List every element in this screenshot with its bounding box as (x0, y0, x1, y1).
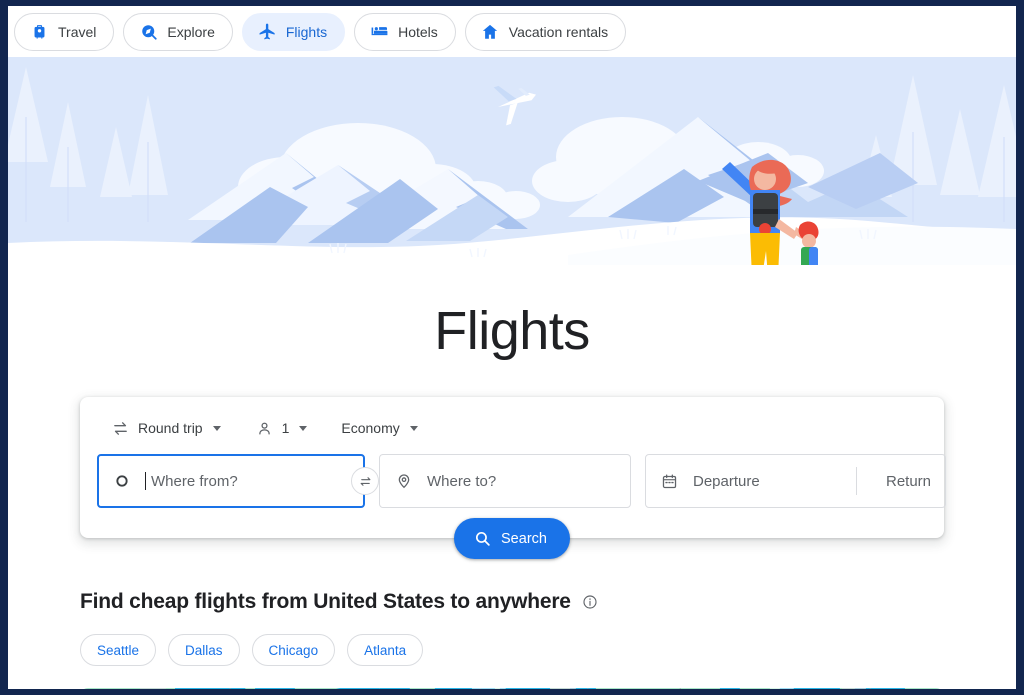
swap-horizontal-icon (111, 419, 130, 438)
flight-search-card: Round trip 1 Economy Where from? Where t… (80, 397, 947, 559)
nav-tab-flights[interactable]: Flights (241, 12, 346, 51)
hero-illustration (8, 57, 1016, 265)
search-card-wrapper: Round trip 1 Economy Where from? Where t… (8, 397, 1016, 559)
destination-input[interactable]: Where to? (379, 454, 631, 508)
departure-date-input[interactable]: Departure (660, 472, 842, 491)
top-navigation-bar: Travel Explore Flights Hotels Vacation r… (8, 6, 1016, 57)
hero-scene (8, 57, 1016, 265)
city-chip-chicago[interactable]: Chicago (251, 634, 336, 666)
cheap-flights-header: Find cheap flights from United States to… (80, 590, 944, 614)
city-chip-seattle[interactable]: Seattle (80, 634, 157, 666)
city-chip-label: Atlanta (364, 642, 407, 658)
swap-places-icon (356, 472, 375, 491)
date-divider (856, 467, 857, 495)
departure-placeholder: Departure (693, 472, 760, 490)
explore-search-icon (139, 22, 158, 41)
city-chip-label: Chicago (268, 642, 319, 658)
city-chip-label: Dallas (185, 642, 223, 658)
city-chip-label: Seattle (97, 642, 140, 658)
passengers-selector[interactable]: 1 (249, 414, 314, 442)
location-pin-icon (394, 472, 413, 491)
cabin-class-selector[interactable]: Economy (335, 414, 423, 442)
circle-outline-icon (112, 472, 131, 491)
destination-placeholder: Where to? (427, 472, 497, 490)
bed-icon (370, 22, 389, 41)
nav-tab-hotels[interactable]: Hotels (354, 12, 456, 51)
chevron-down-icon (299, 425, 308, 431)
trip-type-selector[interactable]: Round trip (105, 414, 227, 442)
nav-tab-label: Travel (58, 23, 97, 40)
nav-tab-label: Hotels (398, 23, 438, 40)
places-group: Where from? Where to? (97, 454, 631, 508)
nav-tab-vacation-rentals[interactable]: Vacation rentals (464, 12, 627, 51)
passengers-count: 1 (281, 420, 290, 436)
map-canvas (80, 688, 944, 689)
google-flights-page: Travel Explore Flights Hotels Vacation r… (8, 6, 1016, 689)
airplane-icon (258, 22, 277, 41)
chevron-down-icon (409, 425, 418, 431)
section-title: Find cheap flights from United States to… (80, 590, 571, 613)
origin-placeholder: Where from? (151, 472, 238, 490)
page-title-section: Flights (8, 265, 1016, 362)
person-icon (255, 419, 274, 438)
city-chips-row: Seattle Dallas Chicago Atlanta (80, 634, 944, 666)
nav-tab-label: Flights (285, 23, 328, 40)
map-water-bodies (175, 688, 905, 689)
world-map-preview[interactable] (80, 688, 944, 689)
city-chip-dallas[interactable]: Dallas (168, 634, 240, 666)
page-title: Flights (434, 301, 590, 361)
nav-tab-explore[interactable]: Explore (123, 12, 233, 51)
chevron-down-icon (212, 425, 221, 431)
return-date-input[interactable]: Return (871, 473, 931, 490)
house-icon (481, 22, 500, 41)
text-cursor (145, 472, 146, 490)
return-placeholder: Return (886, 472, 932, 490)
cheap-flights-section: Find cheap flights from United States to… (8, 590, 1016, 666)
search-icon (473, 529, 492, 548)
search-fields-row: Where from? Where to? Departure Return (97, 454, 947, 508)
dates-field[interactable]: Departure Return (645, 454, 947, 508)
trip-type-label: Round trip (138, 420, 203, 436)
search-button-wrapper: Search (80, 518, 944, 559)
swap-places-button[interactable] (351, 467, 379, 495)
search-button-label: Search (501, 530, 547, 547)
search-button[interactable]: Search (454, 518, 570, 559)
cabin-class-label: Economy (341, 420, 400, 436)
city-chip-atlanta[interactable]: Atlanta (347, 634, 424, 666)
luggage-icon (30, 22, 49, 41)
nav-tab-label: Vacation rentals (508, 23, 609, 40)
search-options-row: Round trip 1 Economy (97, 414, 927, 442)
origin-input[interactable]: Where from? (97, 454, 365, 508)
calendar-icon (660, 472, 679, 491)
nav-tab-travel[interactable]: Travel (14, 12, 115, 51)
nav-tab-label: Explore (167, 23, 215, 40)
info-icon[interactable] (581, 593, 600, 612)
